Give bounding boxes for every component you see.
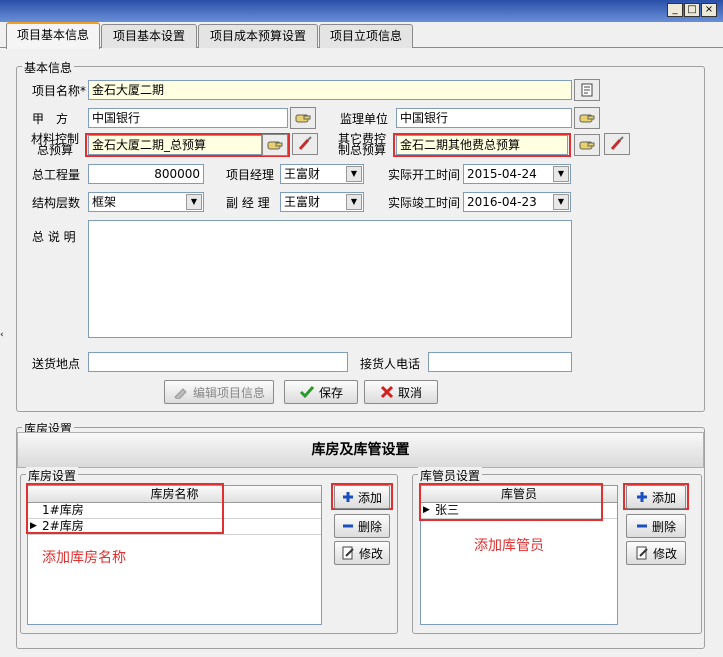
end-date-value: 2016-04-23	[467, 195, 537, 209]
delete-keeper-button[interactable]: 删除	[626, 514, 686, 538]
keepers-highlight	[419, 483, 603, 521]
modify-keeper-label: 修改	[652, 546, 677, 561]
add-room-button[interactable]: 添加	[334, 485, 390, 509]
red-x-icon	[380, 385, 394, 399]
start-date-picker[interactable]: 2015-04-24 ▼	[463, 164, 571, 184]
project-name-label: 项目名称*	[32, 84, 87, 98]
cancel-button[interactable]: 取消	[364, 380, 438, 404]
collapse-handle-icon[interactable]: ‹	[0, 330, 6, 352]
chevron-down-icon[interactable]: ▼	[346, 166, 362, 182]
party-a-lookup-button[interactable]	[290, 107, 316, 129]
add-room-label: 添加	[357, 490, 382, 505]
quantity-field[interactable]: 800000	[88, 164, 204, 184]
tab-project-basic-settings[interactable]: 项目基本设置	[101, 24, 197, 48]
chevron-down-icon[interactable]: ▼	[186, 194, 202, 210]
deputy-select[interactable]: 王富财 ▼	[280, 192, 364, 212]
material-budget-label: 材料控制 总预算	[30, 132, 79, 157]
plus-icon	[342, 492, 353, 502]
quantity-label: 总工程量	[32, 168, 81, 182]
project-name-field[interactable]: 金石大厦二期	[88, 80, 572, 100]
manager-label: 项目经理	[226, 168, 275, 182]
chevron-down-icon[interactable]: ▼	[553, 166, 569, 182]
rooms-legend: 库房设置	[26, 467, 79, 484]
pointing-hand-icon	[579, 114, 595, 123]
pencil-icon	[174, 388, 187, 399]
plus-icon	[636, 492, 647, 502]
phone-field[interactable]	[428, 352, 572, 372]
tab-project-basic-info[interactable]: 项目基本信息	[6, 22, 100, 49]
chevron-down-icon[interactable]: ▼	[553, 194, 569, 210]
pointing-hand-icon	[267, 141, 283, 150]
brush-icon	[298, 136, 312, 150]
party-a-field[interactable]: 中国银行	[88, 108, 288, 128]
other-budget-edit-button[interactable]	[604, 133, 630, 155]
document-icon	[581, 83, 593, 97]
minus-icon	[636, 524, 647, 528]
tab-project-approval-info[interactable]: 项目立项信息	[319, 24, 413, 48]
structure-value: 框架	[92, 195, 117, 209]
supervisor-label: 监理单位	[340, 112, 389, 126]
pointing-hand-icon	[295, 114, 311, 123]
other-budget-label: 其它费控 制总预算	[337, 132, 386, 157]
start-date-value: 2015-04-24	[467, 167, 537, 181]
supervisor-field[interactable]: 中国银行	[396, 108, 572, 128]
deputy-value: 王富财	[284, 195, 321, 209]
modify-room-button[interactable]: 修改	[334, 541, 390, 565]
deputy-label: 副 经 理	[226, 196, 270, 210]
structure-label: 结构层数	[32, 196, 81, 210]
keepers-annotation: 添加库管员	[474, 538, 544, 554]
delete-room-label: 删除	[357, 519, 382, 534]
keepers-legend: 库管员设置	[418, 467, 483, 484]
pointing-hand-icon	[579, 141, 595, 150]
project-name-picker-button[interactable]	[574, 79, 600, 101]
window-controls: _ □ ×	[667, 3, 717, 17]
minimize-button[interactable]: _	[667, 3, 683, 17]
edit-document-icon	[342, 546, 354, 560]
tab-bar: 项目基本信息 项目基本设置 项目成本预算设置 项目立项信息	[0, 22, 723, 49]
rooms-highlight	[26, 483, 224, 534]
manager-value: 王富财	[284, 167, 321, 181]
brush-icon	[610, 136, 624, 150]
tab-cost-budget-settings[interactable]: 项目成本预算设置	[198, 24, 318, 48]
structure-select[interactable]: 框架 ▼	[88, 192, 204, 212]
phone-label: 接货人电话	[360, 357, 421, 371]
rooms-annotation: 添加库房名称	[42, 550, 126, 566]
modify-room-label: 修改	[358, 546, 383, 561]
edit-project-button[interactable]: 编辑项目信息	[164, 380, 274, 404]
cancel-label: 取消	[397, 385, 422, 400]
delivery-label: 送货地点	[32, 357, 81, 371]
minus-icon	[342, 524, 353, 528]
edit-document-icon	[636, 546, 648, 560]
title-bar: _ □ ×	[0, 0, 723, 22]
add-keeper-button[interactable]: 添加	[626, 485, 686, 509]
maximize-button[interactable]: □	[684, 3, 700, 17]
end-date-picker[interactable]: 2016-04-23 ▼	[463, 192, 571, 212]
warehouse-title-bar: 库房及库管设置	[17, 432, 704, 468]
delete-room-button[interactable]: 删除	[334, 514, 390, 538]
manager-select[interactable]: 王富财 ▼	[280, 164, 364, 184]
edit-project-label: 编辑项目信息	[192, 385, 265, 400]
close-button[interactable]: ×	[701, 3, 717, 17]
other-budget-lookup-button[interactable]	[574, 134, 600, 156]
delivery-field[interactable]	[88, 352, 348, 372]
description-label: 总 说 明	[32, 230, 76, 244]
start-date-label: 实际开工时间	[388, 168, 461, 182]
basic-info-legend: 基本信息	[22, 59, 75, 76]
other-budget-field[interactable]: 金石二期其他费总预算	[396, 135, 568, 155]
party-a-label: 甲 方	[32, 112, 69, 126]
end-date-label: 实际竣工时间	[388, 196, 461, 210]
checkmark-icon	[299, 386, 315, 399]
description-textarea[interactable]	[88, 220, 572, 338]
material-budget-field[interactable]: 金石大厦二期_总预算	[88, 135, 262, 155]
save-label: 保存	[318, 385, 343, 400]
modify-keeper-button[interactable]: 修改	[626, 541, 686, 565]
add-keeper-label: 添加	[651, 490, 676, 505]
material-budget-edit-button[interactable]	[292, 133, 318, 155]
save-button[interactable]: 保存	[284, 380, 358, 404]
material-budget-lookup-button[interactable]	[262, 134, 288, 156]
supervisor-lookup-button[interactable]	[574, 107, 600, 129]
delete-keeper-label: 删除	[651, 519, 676, 534]
chevron-down-icon[interactable]: ▼	[346, 194, 362, 210]
